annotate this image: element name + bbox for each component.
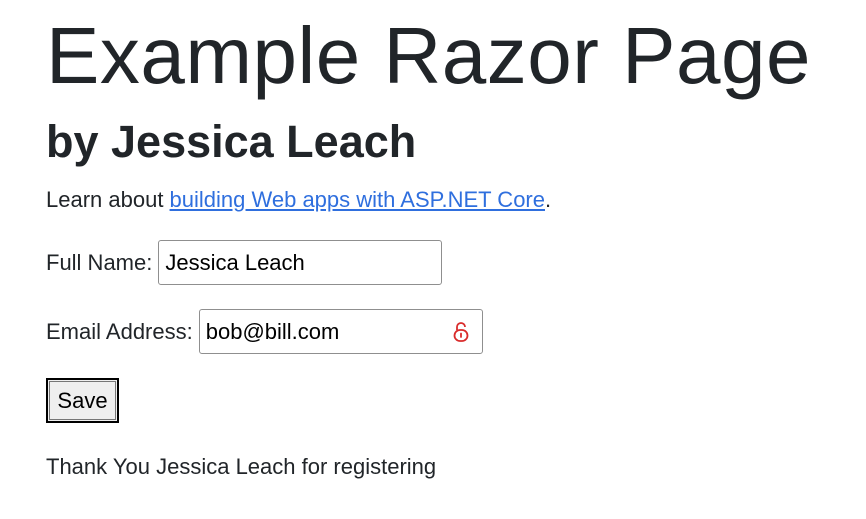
- intro-suffix: .: [545, 187, 552, 212]
- full-name-label: Full Name:: [46, 249, 153, 275]
- confirmation-message: Thank You Jessica Leach for registering: [46, 454, 437, 479]
- email-field-box: [198, 309, 483, 354]
- page-subtitle: by Jessica Leach: [46, 116, 417, 167]
- lock-open-icon[interactable]: [452, 321, 470, 343]
- email-input[interactable]: [199, 310, 440, 353]
- full-name-field-box: [158, 240, 443, 285]
- email-label: Email Address:: [46, 318, 193, 344]
- save-button-label: Save: [49, 381, 116, 420]
- docs-link[interactable]: building Web apps with ASP.NET Core: [170, 187, 545, 212]
- full-name-input[interactable]: [159, 241, 442, 284]
- save-button[interactable]: Save: [46, 378, 119, 423]
- page-title: Example Razor Page: [46, 11, 811, 100]
- full-name-row: Full Name:: [46, 240, 443, 285]
- intro-prefix: Learn about: [46, 187, 170, 212]
- intro-text: Learn about building Web apps with ASP.N…: [46, 186, 551, 214]
- email-row: Email Address:: [46, 309, 483, 354]
